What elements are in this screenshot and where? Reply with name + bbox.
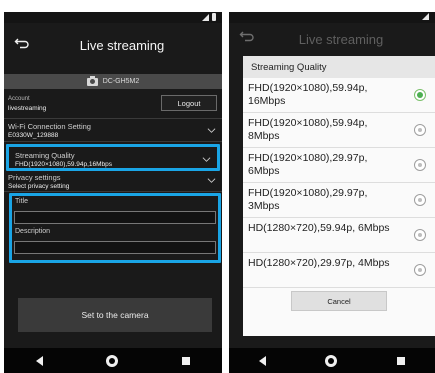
- radio-selected-icon[interactable]: [414, 89, 426, 101]
- chevron-down-icon: [202, 155, 211, 164]
- quality-option-label: HD(1280×720),29.97p, 4Mbps: [248, 257, 390, 269]
- cancel-button[interactable]: Cancel: [291, 291, 387, 311]
- quality-option-label: HD(1280×720),59.94p, 6Mbps: [248, 222, 390, 234]
- nav-recent-icon[interactable]: [182, 356, 191, 365]
- quality-option-label: FHD(1920×1080),29.97p, 3Mbps: [248, 187, 368, 212]
- streaming-quality-row[interactable]: Streaming Quality FHD(1920×1080),59.94p,…: [6, 144, 220, 171]
- quality-option[interactable]: FHD(1920×1080),59.94p, 8Mbps: [243, 113, 435, 148]
- page-title: Live streaming: [79, 37, 165, 53]
- nav-back-icon[interactable]: [35, 355, 43, 366]
- privacy-value: Select privacy setting: [8, 183, 70, 190]
- description-input[interactable]: [14, 241, 216, 254]
- status-bar: [4, 12, 222, 23]
- quality-option[interactable]: FHD(1920×1080),29.97p, 6Mbps: [243, 148, 435, 183]
- streaming-quality-value: FHD(1920×1080),59.94p,16Mbps: [15, 161, 113, 168]
- camera-bar: DC-GH5M2: [4, 74, 222, 89]
- android-nav-bar: [4, 348, 222, 373]
- radio-unselected-icon[interactable]: [414, 159, 426, 171]
- streaming-quality-dialog-screen: Live streaming Streaming Quality FHD(192…: [229, 12, 435, 373]
- live-streaming-screen: Live streaming DC-GH5M2 Account livestre…: [4, 12, 222, 373]
- chevron-down-icon: [207, 176, 216, 185]
- nav-home-icon[interactable]: [325, 354, 338, 367]
- wifi-value: E0330W_129888: [8, 132, 59, 139]
- camera-icon: [86, 75, 98, 86]
- quality-option[interactable]: FHD(1920×1080),59.94p, 16Mbps: [243, 78, 435, 113]
- quality-option-label: FHD(1920×1080),59.94p, 8Mbps: [248, 117, 368, 142]
- signal-icon: [422, 13, 429, 20]
- dialog-title: Streaming Quality: [243, 56, 435, 78]
- dialog-footer: Cancel: [243, 288, 435, 314]
- logout-button[interactable]: Logout: [161, 95, 217, 111]
- wifi-setting-row[interactable]: Wi-Fi Connection Setting E0330W_129888: [4, 119, 222, 142]
- privacy-label: Privacy settings: [8, 173, 61, 182]
- back-arrow-icon[interactable]: [14, 35, 30, 51]
- quality-option-list: FHD(1920×1080),59.94p, 16Mbps FHD(1920×10…: [243, 78, 435, 288]
- status-bar: [229, 12, 435, 23]
- dimmed-app-bar: Live streaming: [229, 23, 435, 56]
- nav-home-icon[interactable]: [106, 354, 119, 367]
- battery-icon: [212, 13, 216, 21]
- app-bar: Live streaming: [4, 23, 222, 67]
- quality-option-label: FHD(1920×1080),59.94p, 16Mbps: [248, 82, 368, 107]
- account-row: Account livestreaming Logout: [4, 89, 222, 119]
- privacy-setting-row[interactable]: Privacy settings Select privacy setting: [4, 171, 222, 192]
- screenshot-page: Live streaming DC-GH5M2 Account livestre…: [0, 0, 435, 373]
- quality-option[interactable]: HD(1280×720),29.97p, 4Mbps: [243, 253, 435, 288]
- signal-icon: [202, 14, 209, 21]
- dimmed-page-title: Live streaming: [298, 32, 384, 47]
- title-label: Title: [15, 198, 28, 205]
- streaming-quality-dialog: Streaming Quality FHD(1920×1080),59.94p,…: [243, 56, 435, 336]
- chevron-down-icon: [207, 126, 216, 135]
- quality-option[interactable]: HD(1280×720),59.94p, 6Mbps: [243, 218, 435, 253]
- nav-recent-icon[interactable]: [397, 356, 406, 365]
- radio-unselected-icon[interactable]: [414, 229, 426, 241]
- quality-option-label: FHD(1920×1080),29.97p, 6Mbps: [248, 152, 368, 177]
- streaming-quality-label: Streaming Quality: [15, 151, 75, 160]
- description-label: Description: [15, 228, 51, 235]
- android-nav-bar: [229, 348, 435, 373]
- set-to-camera-button[interactable]: Set to the camera: [18, 298, 212, 332]
- wifi-label: Wi-Fi Connection Setting: [8, 122, 91, 131]
- nav-back-icon[interactable]: [258, 355, 266, 366]
- radio-unselected-icon[interactable]: [414, 194, 426, 206]
- title-description-group: Title Description: [9, 193, 221, 263]
- quality-option[interactable]: FHD(1920×1080),29.97p, 3Mbps: [243, 183, 435, 218]
- camera-name: DC-GH5M2: [102, 78, 140, 85]
- title-input[interactable]: [14, 211, 216, 224]
- radio-unselected-icon[interactable]: [414, 264, 426, 276]
- radio-unselected-icon[interactable]: [414, 124, 426, 136]
